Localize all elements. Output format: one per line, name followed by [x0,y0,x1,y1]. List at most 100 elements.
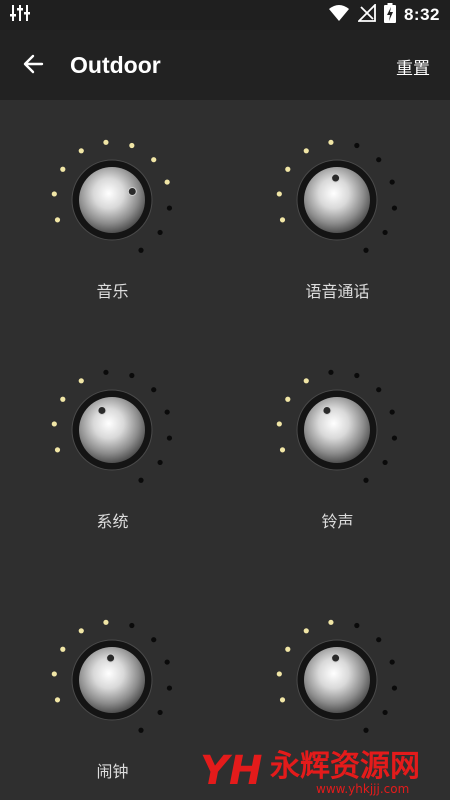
knob-indicator [97,405,107,415]
level-dot [103,139,109,145]
level-dot [276,671,282,677]
knob-label: 音乐 [96,282,129,301]
level-dot [303,628,309,634]
level-dot [54,217,61,223]
level-dot [60,646,66,652]
level-dot [138,477,144,483]
level-dot [389,409,395,415]
volume-knob[interactable] [262,130,412,270]
level-dot [303,148,309,154]
level-dot [157,229,163,236]
watermark-logo: YH 永辉资源网 www.yhkjjj.com [198,740,448,796]
level-dot [166,205,173,211]
knob-indicator [106,653,116,663]
knob-cell: 铃声 [225,360,450,590]
level-dot [151,157,157,163]
volume-knob[interactable] [262,360,412,500]
level-dot [129,142,135,149]
level-dot [354,142,360,149]
level-dot [129,372,135,379]
knob-indicator [331,653,341,663]
level-dot [138,727,144,733]
equalizer-icon [10,4,30,26]
level-dot [363,727,369,733]
level-dot [166,685,173,691]
level-dot [328,139,334,145]
knob-cell: 系统 [0,360,225,590]
page-title: Outdoor [70,52,161,78]
level-dot [164,659,170,665]
level-dot [164,409,170,415]
level-dot [376,637,382,643]
level-dot [54,447,61,453]
knob-indicator [322,405,332,415]
level-dot [391,435,398,441]
level-dot [276,421,282,427]
status-left [10,4,30,26]
volume-knob[interactable] [262,610,412,750]
battery-charging-icon [383,3,396,27]
level-dot [389,179,395,185]
level-dot [279,447,286,453]
svg-text:www.yhkjjj.com: www.yhkjjj.com [316,782,409,796]
arrow-left-icon [22,52,46,80]
status-time: 8:32 [403,5,440,24]
level-dot [60,396,66,402]
level-dot [78,628,84,634]
knob-cell: 音乐 [0,130,225,360]
level-dot [51,421,57,427]
level-dot [382,459,388,466]
level-dot [103,619,109,625]
level-dot [54,697,61,703]
knob-cell: 语音通话 [225,130,450,360]
volume-knob[interactable] [37,130,187,270]
level-dot [391,205,398,211]
reset-button[interactable]: 重置 [396,54,430,79]
level-dot [328,619,334,625]
level-dot [138,247,144,253]
level-dot [303,378,309,384]
volume-knob[interactable] [37,610,187,750]
level-dot [382,709,388,716]
knob-label: 语音通话 [305,282,370,301]
level-dot [354,622,360,629]
level-dot [164,179,170,185]
level-dot [51,671,57,677]
volume-knob[interactable] [37,360,187,500]
level-dot [279,697,286,703]
app-bar: Outdoor 重置 [0,30,450,100]
svg-text:YH: YH [200,748,262,794]
level-dot [363,247,369,253]
level-dot [376,157,382,163]
level-dot [389,659,395,665]
knob-label: 系统 [96,512,129,531]
level-dot [129,622,135,629]
level-dot [78,148,84,154]
level-dot [78,378,84,384]
level-dot [285,396,291,402]
knob-cell: 闹钟 [0,610,225,800]
level-dot [363,477,369,483]
status-right: 8:32 [328,2,440,27]
level-dot [276,191,282,197]
knob-indicator [331,173,341,183]
level-dot [157,459,163,466]
level-dot [354,372,360,379]
level-dot [328,369,334,375]
knob-label: 闹钟 [96,762,129,781]
level-dot [279,217,286,223]
level-dot [285,166,291,172]
knob-indicator [127,187,137,196]
level-dot [166,435,173,441]
back-button[interactable] [18,50,50,82]
knob-label: 铃声 [321,512,354,531]
screen: 8:32 Outdoor 重置 音乐 语音通话系统 铃声闹钟 YH 永辉资源网 ww… [0,0,450,800]
level-dot [103,369,109,375]
level-dot [376,387,382,393]
level-dot [382,229,388,236]
knob-face [304,397,370,463]
knob-face [79,397,145,463]
level-dot [151,637,157,643]
level-dot [151,387,157,393]
level-dot [391,685,398,691]
